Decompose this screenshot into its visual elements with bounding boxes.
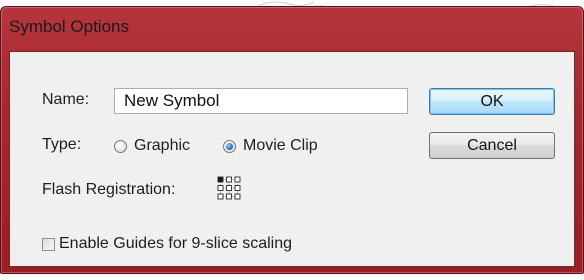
reg-point-bottom-right[interactable] bbox=[234, 193, 241, 200]
name-label: Name: bbox=[42, 91, 90, 108]
guides-checkbox-label: Enable Guides for 9-slice scaling bbox=[59, 235, 293, 252]
type-label: Type: bbox=[42, 136, 82, 153]
reg-point-bottom-left[interactable] bbox=[217, 193, 224, 200]
guides-checkbox[interactable] bbox=[42, 237, 55, 251]
name-input[interactable] bbox=[114, 88, 408, 114]
dialog-title: Symbol Options bbox=[9, 17, 129, 36]
registration-label: Flash Registration: bbox=[42, 181, 176, 198]
reg-point-center[interactable] bbox=[226, 185, 232, 191]
cancel-button[interactable]: Cancel bbox=[429, 132, 555, 159]
dialog-client-area: Name: Type: Graphic Movie Clip Flash Reg… bbox=[9, 51, 575, 267]
reg-point-top-right[interactable] bbox=[234, 176, 241, 183]
guides-checkbox-row[interactable]: Enable Guides for 9-slice scaling bbox=[42, 235, 292, 253]
radio-graphic-indicator[interactable] bbox=[114, 139, 127, 153]
reg-point-middle-right[interactable] bbox=[234, 185, 241, 191]
reg-point-middle-left[interactable] bbox=[217, 185, 224, 191]
reg-point-top-left[interactable] bbox=[217, 176, 224, 183]
radio-graphic[interactable]: Graphic bbox=[114, 137, 190, 155]
symbol-options-dialog: Symbol Options Name: Type: Graphic Movie… bbox=[0, 6, 584, 274]
radio-movie-clip[interactable]: Movie Clip bbox=[223, 137, 318, 155]
reg-point-bottom-center[interactable] bbox=[226, 193, 232, 200]
radio-movie-clip-label: Movie Clip bbox=[243, 137, 318, 154]
reg-point-top-center[interactable] bbox=[226, 176, 232, 183]
ok-button[interactable]: OK bbox=[429, 88, 555, 115]
radio-graphic-label: Graphic bbox=[134, 137, 191, 154]
registration-grid[interactable] bbox=[217, 176, 241, 200]
radio-movie-clip-indicator[interactable] bbox=[223, 139, 236, 153]
